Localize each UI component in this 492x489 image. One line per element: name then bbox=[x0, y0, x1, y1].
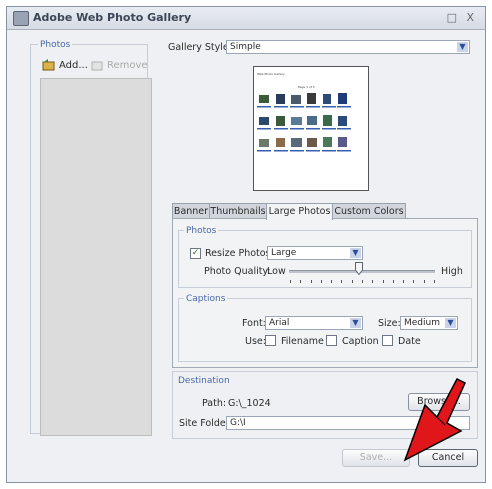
caption-checkbox[interactable] bbox=[326, 335, 337, 346]
resize-photos-checkbox[interactable]: ✓ bbox=[190, 248, 201, 259]
resize-photos-select[interactable]: Large ▼ bbox=[267, 246, 363, 260]
preview-pager: Page 1 of 5 bbox=[298, 85, 315, 89]
tab-banner[interactable]: Banner bbox=[172, 203, 210, 219]
slider-tick bbox=[434, 280, 435, 283]
date-label: Date bbox=[398, 336, 421, 347]
photos-list[interactable] bbox=[40, 78, 152, 436]
add-button-label: Add... bbox=[59, 59, 88, 71]
photo-quality-label: Photo Quality: bbox=[204, 266, 271, 277]
photo-quality-low-label: Low bbox=[267, 266, 286, 277]
remove-button[interactable]: Remove bbox=[91, 59, 148, 71]
gallery-style-value: Simple bbox=[230, 42, 261, 52]
size-select[interactable]: Medium ▼ bbox=[400, 316, 458, 330]
red-arrow-cursor-icon bbox=[403, 378, 466, 462]
gallery-style-select[interactable]: Simple ▼ bbox=[226, 40, 470, 54]
caption-label: Caption bbox=[342, 336, 379, 347]
preview-thumbnails bbox=[257, 93, 351, 152]
window-controls[interactable]: □ X bbox=[447, 11, 477, 24]
remove-button-label: Remove bbox=[107, 59, 148, 71]
destination-group-label: Destination bbox=[178, 376, 230, 386]
app-icon bbox=[13, 11, 29, 26]
slider-tick bbox=[383, 280, 384, 283]
size-label: Size: bbox=[378, 318, 401, 329]
gallery-style-label: Gallery Style: bbox=[168, 42, 232, 53]
filename-label: Filename bbox=[281, 336, 324, 347]
photo-quality-slider-handle[interactable] bbox=[355, 262, 363, 275]
slider-tick bbox=[300, 280, 301, 283]
captions-group bbox=[178, 298, 472, 362]
font-value: Arial bbox=[269, 318, 290, 328]
resize-photos-label: Resize Photos: bbox=[205, 248, 274, 259]
chevron-down-icon: ▼ bbox=[350, 248, 361, 258]
photo-quality-high-label: High bbox=[441, 266, 463, 277]
chevron-down-icon: ▼ bbox=[350, 318, 361, 328]
preview-header: Web Photo Gallery bbox=[257, 72, 285, 76]
tab-thumbnails[interactable]: Thumbnails bbox=[209, 203, 267, 219]
slider-tick bbox=[413, 280, 414, 283]
chevron-down-icon: ▼ bbox=[457, 42, 468, 52]
slider-tick bbox=[424, 280, 425, 283]
slider-tick bbox=[352, 280, 353, 283]
slider-tick bbox=[321, 280, 322, 283]
path-label: Path: bbox=[202, 398, 227, 409]
path-value: G:\_1024 bbox=[228, 398, 271, 409]
add-button[interactable]: Add... bbox=[42, 59, 88, 71]
photos-group-label: Photos bbox=[38, 40, 73, 50]
slider-tick bbox=[372, 280, 373, 283]
title-bar: Adobe Web Photo Gallery □ X bbox=[7, 7, 485, 30]
captions-group-label: Captions bbox=[184, 294, 228, 304]
window-title: Adobe Web Photo Gallery bbox=[33, 11, 192, 24]
date-checkbox[interactable] bbox=[382, 335, 393, 346]
font-select[interactable]: Arial ▼ bbox=[265, 316, 363, 330]
add-photos-icon bbox=[42, 59, 55, 71]
site-folder-label: Site Folder: bbox=[179, 418, 233, 429]
gallery-preview: Web Photo Gallery Page 1 of 5 bbox=[253, 66, 369, 191]
slider-tick bbox=[311, 280, 312, 283]
slider-tick bbox=[393, 280, 394, 283]
slider-tick bbox=[362, 280, 363, 283]
tab-custom-colors[interactable]: Custom Colors bbox=[332, 203, 406, 219]
filename-checkbox[interactable] bbox=[265, 335, 276, 346]
large-photos-group-label: Photos bbox=[184, 226, 219, 236]
use-label: Use: bbox=[245, 336, 266, 347]
chevron-down-icon: ▼ bbox=[445, 318, 456, 328]
remove-photos-icon bbox=[91, 61, 103, 71]
slider-tick bbox=[403, 280, 404, 283]
slider-tick bbox=[331, 280, 332, 283]
slider-tick bbox=[341, 280, 342, 283]
font-label: Font: bbox=[242, 318, 266, 329]
tab-large-photos[interactable]: Large Photos bbox=[266, 203, 333, 220]
resize-photos-value: Large bbox=[271, 248, 297, 258]
slider-tick bbox=[290, 280, 291, 283]
size-value: Medium bbox=[404, 318, 440, 328]
